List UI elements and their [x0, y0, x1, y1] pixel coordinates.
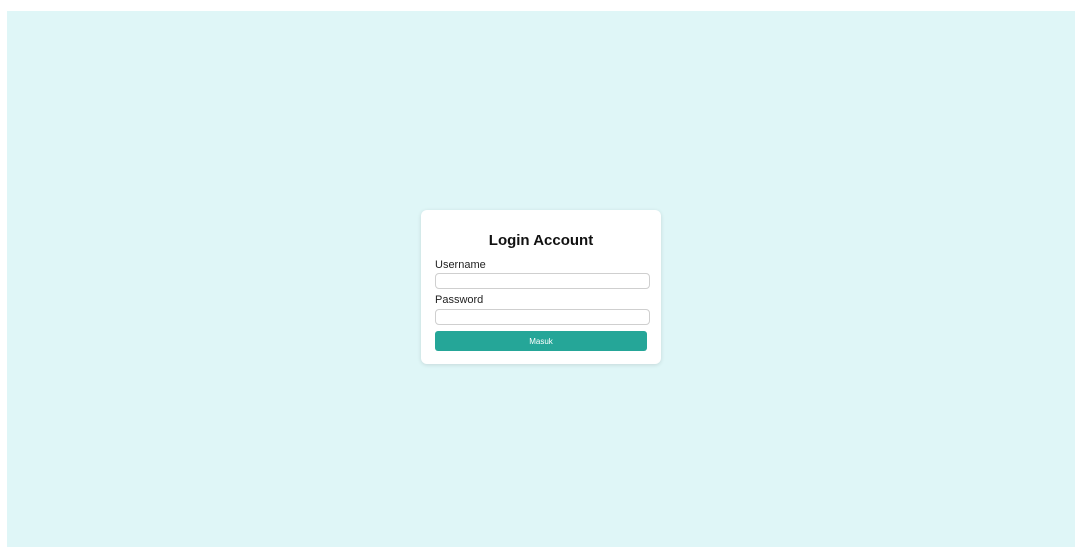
password-label: Password [435, 294, 484, 306]
login-card: Login Account Username Password Masuk [421, 210, 661, 364]
page-background: Login Account Username Password Masuk [7, 11, 1075, 547]
password-input[interactable] [435, 309, 650, 325]
username-label: Username [435, 259, 486, 271]
login-button[interactable]: Masuk [435, 331, 647, 351]
page-title: Login Account [488, 232, 594, 249]
username-input[interactable] [435, 273, 650, 289]
